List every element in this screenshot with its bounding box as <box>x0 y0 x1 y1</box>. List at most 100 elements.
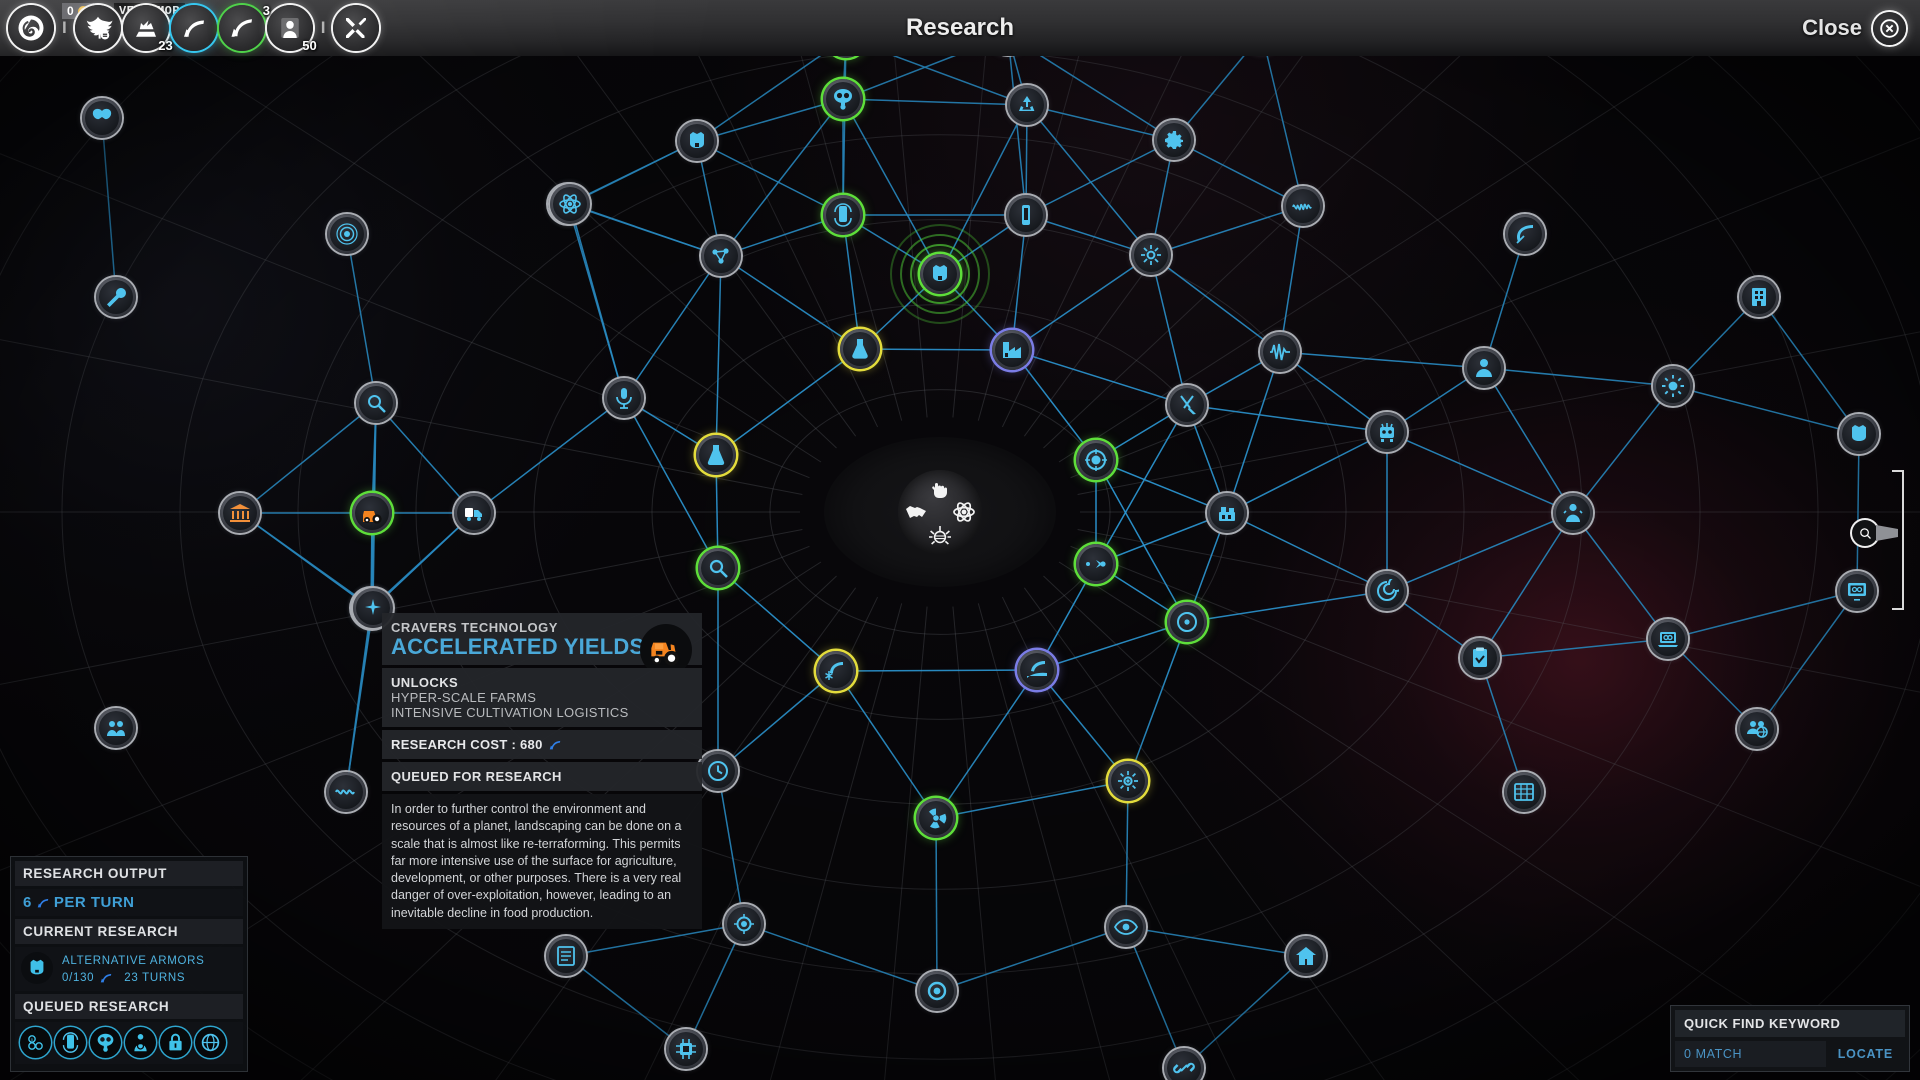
tech-node-audio[interactable] <box>1260 332 1300 372</box>
tech-node-radiation[interactable] <box>916 798 956 838</box>
tools-icon[interactable] <box>333 5 380 51</box>
tech-node-gear[interactable] <box>1154 120 1194 160</box>
tech-node-mic[interactable] <box>604 378 644 418</box>
close-button[interactable]: Close <box>1802 0 1906 56</box>
tech-node-industry2[interactable] <box>1207 493 1247 533</box>
tech-node-sun2[interactable] <box>1108 761 1148 801</box>
tech-node-bank[interactable] <box>220 493 260 533</box>
population-icon[interactable]: 3 50 <box>263 3 317 53</box>
zoom-slider[interactable] <box>1852 470 1912 610</box>
tech-node-people[interactable] <box>96 708 136 748</box>
link-icon <box>1172 1056 1196 1080</box>
tech-node-clipboard[interactable] <box>1460 638 1500 678</box>
queued-research-row: n <box>15 1022 243 1064</box>
tech-node-clock[interactable] <box>698 751 738 791</box>
tech-node-person[interactable] <box>1464 348 1504 388</box>
research-screen: 0 VE ARMOR I 23 3 50 <box>0 0 1920 1080</box>
population-value: 50 <box>302 38 317 53</box>
tech-node-table[interactable] <box>1504 772 1544 812</box>
tech-node-leaf[interactable] <box>1505 214 1545 254</box>
tech-node-radiation2[interactable] <box>1167 602 1207 642</box>
industry-icon[interactable]: 23 <box>122 5 173 53</box>
battery-recycle-icon[interactable] <box>55 1027 86 1058</box>
current-research-row[interactable]: ALTERNATIVE ARMORS 0/130 23 TURNS <box>15 947 243 991</box>
tech-node-link[interactable] <box>1164 1048 1204 1080</box>
tech-node-truck[interactable] <box>454 493 494 533</box>
tech-node-gear2[interactable] <box>1131 235 1171 275</box>
resource-hud-group: 0 VE ARMOR I 23 3 50 <box>8 0 380 56</box>
quick-find-panel: QUICK FIND KEYWORD 0 MATCH LOCATE <box>1670 1005 1910 1072</box>
quick-find-input[interactable]: 0 MATCH <box>1675 1041 1826 1067</box>
military-fist-icon[interactable] <box>927 477 953 503</box>
tech-node-cut[interactable] <box>1167 385 1207 425</box>
tech-node-wave[interactable] <box>326 772 366 812</box>
zoom-slider-tail <box>1876 525 1898 541</box>
tech-node-battery[interactable] <box>823 195 863 235</box>
tech-node-doc[interactable] <box>546 936 586 976</box>
particles-icon[interactable]: n <box>20 1027 51 1058</box>
butterfly-icon <box>90 106 114 130</box>
tech-node-scan[interactable] <box>356 383 396 423</box>
tech-node-arrow[interactable] <box>1076 544 1116 584</box>
tech-node-chip[interactable] <box>666 1029 706 1069</box>
tech-node-device[interactable] <box>1006 195 1046 235</box>
tech-node-magnify[interactable] <box>698 548 738 588</box>
tech-node-wrench[interactable] <box>96 277 136 317</box>
tech-node-radar[interactable] <box>327 214 367 254</box>
tech-node-laptop[interactable] <box>1648 619 1688 659</box>
tech-node-vest3[interactable] <box>1839 414 1879 454</box>
dust-resource-icon[interactable] <box>74 5 121 51</box>
tech-node-person2[interactable] <box>1553 493 1593 533</box>
tech-node-factory[interactable] <box>992 330 1032 370</box>
tech-node-robot[interactable] <box>1367 412 1407 452</box>
lock-icon[interactable] <box>160 1027 191 1058</box>
tech-node-beaker[interactable] <box>696 435 736 475</box>
tech-node-building[interactable] <box>1739 277 1779 317</box>
zoom-slider-handle[interactable] <box>1852 520 1898 546</box>
tech-node-eye[interactable] <box>1106 907 1146 947</box>
building-icon <box>1747 285 1771 309</box>
top-hud-bar: 0 VE ARMOR I 23 3 50 <box>0 0 1920 56</box>
tech-node-terraform[interactable] <box>1017 650 1057 690</box>
tech-node-globe[interactable] <box>1737 709 1777 749</box>
tech-node-wave2[interactable] <box>1283 186 1323 226</box>
tech-node-alternative-armors[interactable] <box>920 254 960 294</box>
truck-icon <box>462 501 486 525</box>
gasmask-icon[interactable] <box>90 1027 121 1058</box>
tech-node-atom3[interactable] <box>550 184 590 224</box>
tech-node-spiral2[interactable] <box>1367 571 1407 611</box>
tech-node-gasmask[interactable] <box>823 79 863 119</box>
close-x-icon[interactable] <box>1873 11 1906 45</box>
diplomacy-handshake-icon[interactable] <box>903 499 929 525</box>
tech-node-recycle[interactable] <box>1007 85 1047 125</box>
science-atom-icon[interactable] <box>951 499 977 525</box>
sphere-icon[interactable] <box>195 1027 226 1058</box>
empire-crown-icon[interactable] <box>927 522 953 548</box>
tech-node-monitor[interactable] <box>1837 571 1877 611</box>
tech-node-ship[interactable] <box>724 904 764 944</box>
locate-button[interactable]: LOCATE <box>1826 1041 1905 1067</box>
tech-node-circle[interactable] <box>917 971 957 1011</box>
tech-node-snowleaf[interactable] <box>816 651 856 691</box>
tooltip-cost-label: RESEARCH COST : 680 <box>391 737 543 753</box>
tech-node-target[interactable] <box>1076 440 1116 480</box>
tooltip-unlocks-header: UNLOCKS <box>391 675 459 691</box>
food-icon[interactable] <box>170 5 217 51</box>
globe-icon <box>1745 717 1769 741</box>
tech-node-butterfly[interactable] <box>82 98 122 138</box>
tech-node-molecule[interactable] <box>701 236 741 276</box>
scanner-person-icon[interactable] <box>125 1027 156 1058</box>
tech-node-flask2[interactable] <box>840 329 880 369</box>
research-output-value: 6 <box>23 894 32 911</box>
tooltip-unlock-item: HYPER-SCALE FARMS <box>391 690 537 706</box>
tech-node-home[interactable] <box>1286 936 1326 976</box>
tech-node-accelerated-yields[interactable] <box>352 493 392 533</box>
tech-node-sun[interactable] <box>1653 366 1693 406</box>
magnifier-icon[interactable] <box>1852 520 1878 546</box>
empire-spiral-icon[interactable] <box>8 5 54 51</box>
tech-tree-hub[interactable] <box>898 470 982 554</box>
table-icon <box>1512 780 1536 804</box>
science-icon[interactable] <box>218 5 265 51</box>
tech-node-vest2[interactable] <box>677 121 717 161</box>
factory-icon <box>1000 338 1024 362</box>
